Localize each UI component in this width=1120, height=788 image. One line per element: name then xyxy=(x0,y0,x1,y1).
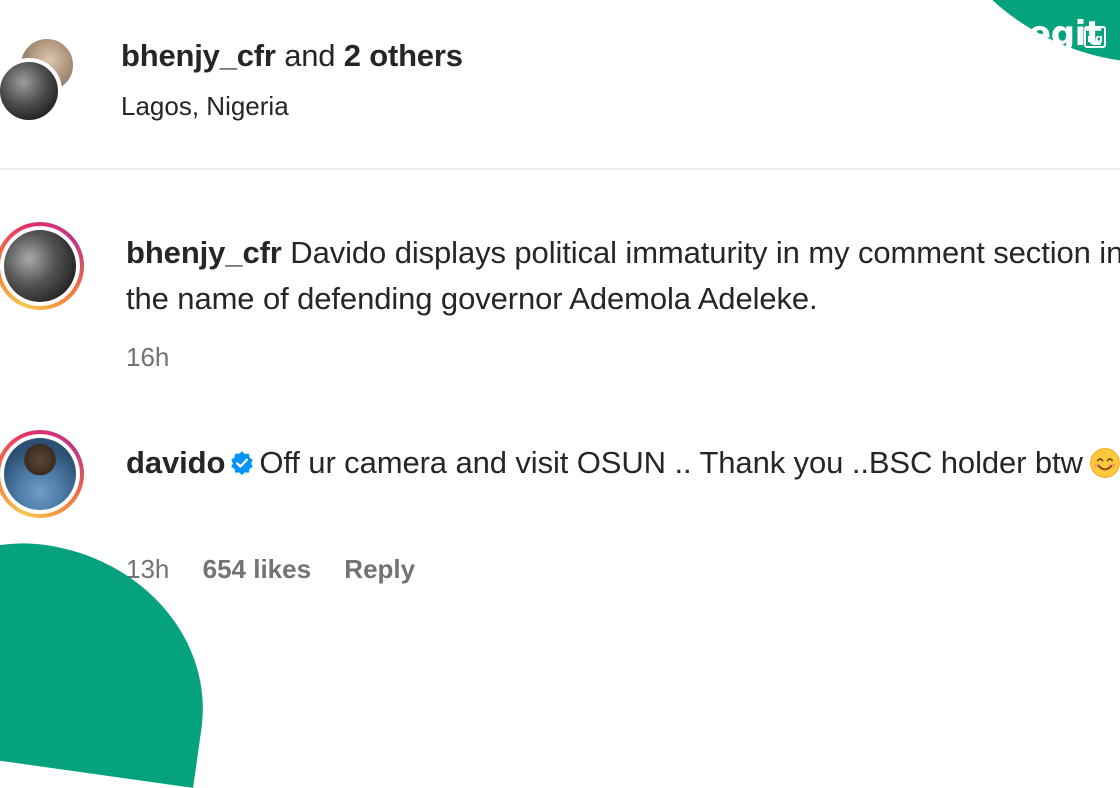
avatar[interactable] xyxy=(4,438,76,510)
comment-body: bhenjy_cfr Davido displays political imm… xyxy=(126,230,1120,322)
avatar[interactable] xyxy=(4,230,76,302)
comment-likes-link[interactable]: 654 likes xyxy=(203,554,311,584)
header-username-link[interactable]: bhenjy_cfr xyxy=(121,38,276,73)
reply-button[interactable]: Reply xyxy=(344,554,415,584)
location-link[interactable]: Lagos, Nigeria xyxy=(121,91,289,122)
header-conjunction: and xyxy=(284,38,336,73)
comment-meta: 16h xyxy=(126,342,195,373)
avatar[interactable] xyxy=(0,58,62,124)
post-header: bhenjy_cfr and 2 others Lagos, Nigeria xyxy=(0,0,1120,168)
post-authors: bhenjy_cfr and 2 others xyxy=(121,38,463,74)
divider xyxy=(0,168,1120,170)
smiling-face-icon xyxy=(1089,448,1120,478)
comment-meta: 13h 654 likes Reply xyxy=(126,554,441,585)
comment-username-link[interactable]: davido xyxy=(126,445,225,480)
story-ring-avatar[interactable] xyxy=(0,430,84,518)
header-others-link[interactable]: 2 others xyxy=(344,38,463,73)
comment-username-link[interactable]: bhenjy_cfr xyxy=(126,235,282,270)
verified-badge-icon xyxy=(231,451,254,476)
story-ring-avatar[interactable] xyxy=(0,222,84,310)
comment-timestamp[interactable]: 16h xyxy=(126,342,169,372)
collab-avatar-stack[interactable] xyxy=(0,0,110,140)
comment-text: Off ur camera and visit OSUN .. Thank yo… xyxy=(259,445,1083,480)
comment-body: davido Off ur camera and visit OSUN .. T… xyxy=(126,440,1120,486)
